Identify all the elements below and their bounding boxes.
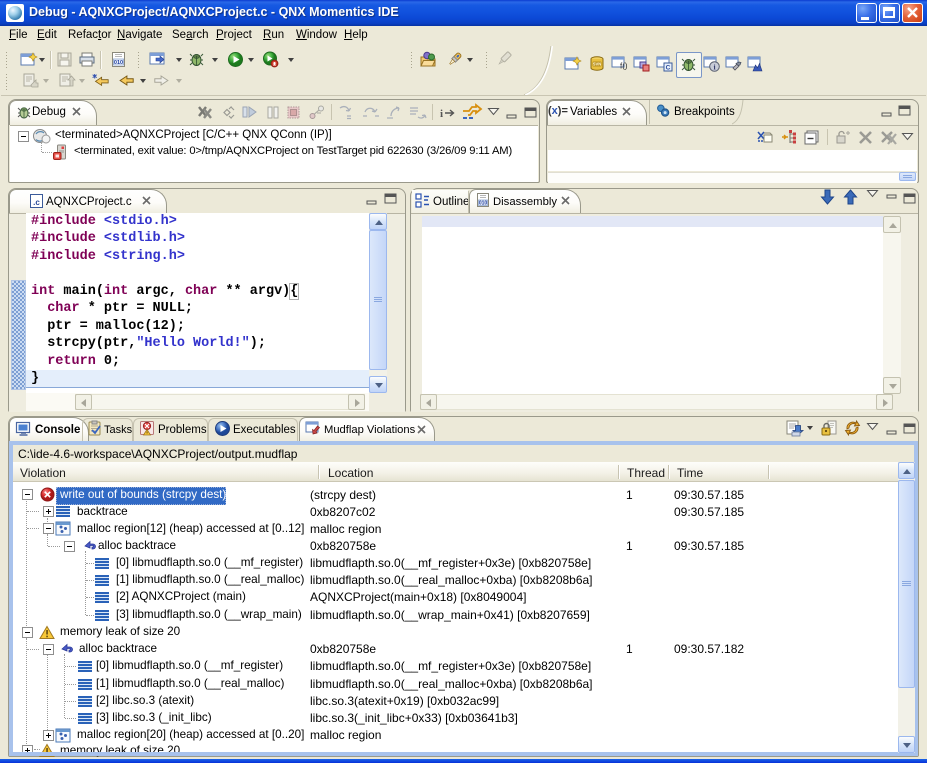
svg-text:C: C — [666, 65, 671, 72]
svg-text:010: 010 — [114, 60, 123, 66]
svg-text:i: i — [713, 62, 715, 71]
svg-text:i: i — [440, 108, 443, 120]
svg-text:010: 010 — [479, 201, 488, 207]
svg-text:f(): f() — [620, 62, 628, 71]
svg-text:SVN: SVN — [593, 62, 602, 67]
svg-text:.c: .c — [33, 198, 40, 207]
